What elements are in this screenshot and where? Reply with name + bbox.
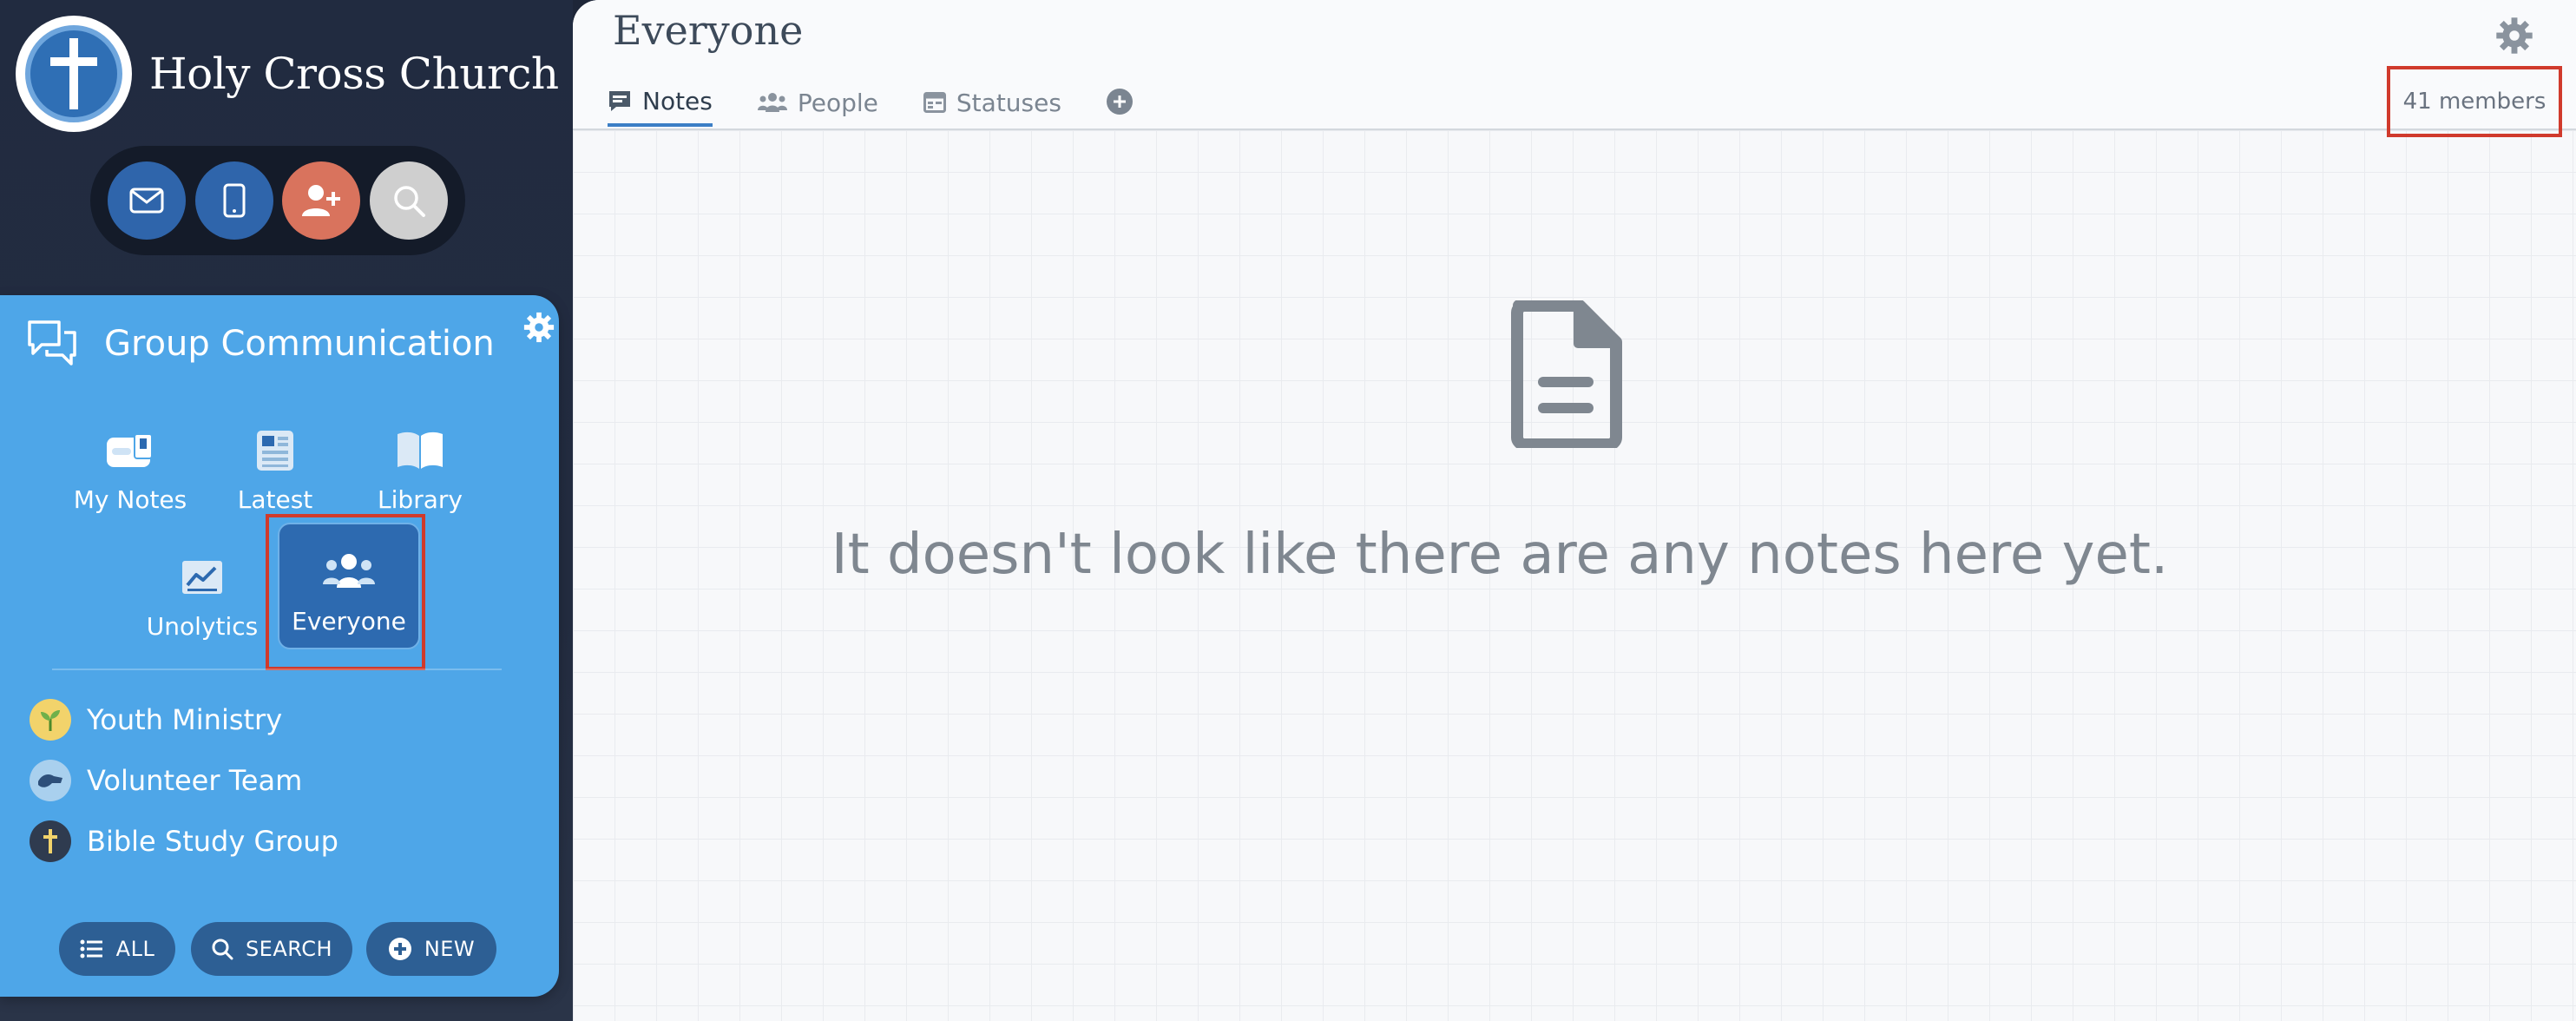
- org-header[interactable]: Holy Cross Church: [16, 16, 559, 132]
- sprout-icon: [30, 699, 71, 741]
- page-title: Everyone: [613, 7, 804, 54]
- note-bubble-icon: [609, 91, 630, 111]
- member-count: 41 members: [2402, 89, 2546, 115]
- empty-message: It doesn't look like there are any notes…: [831, 523, 2169, 587]
- tile-my-notes[interactable]: My Notes: [60, 399, 200, 526]
- tab-label: Notes: [642, 86, 713, 115]
- tile-label: Latest: [237, 485, 313, 514]
- tile-library[interactable]: Library: [350, 399, 490, 526]
- tab-notes[interactable]: Notes: [608, 78, 713, 127]
- mobile-phone-icon: [223, 183, 246, 218]
- notes-icon: [107, 433, 153, 467]
- new-label: NEW: [424, 937, 476, 961]
- group-label: Volunteer Team: [87, 764, 303, 797]
- church-cross-logo-icon: [16, 16, 132, 132]
- hand-icon: [30, 760, 71, 801]
- panel-settings-button[interactable]: [522, 311, 555, 347]
- group-label: Youth Ministry: [87, 703, 283, 736]
- group-communication-panel: Group Communication My Notes Latest Libr…: [0, 295, 559, 997]
- search-label: SEARCH: [245, 937, 333, 961]
- tab-label: Statuses: [956, 88, 1061, 117]
- group-item-youth-ministry[interactable]: Youth Ministry: [30, 696, 282, 743]
- plus-icon: [1113, 96, 1126, 108]
- chart-icon: [182, 561, 222, 594]
- gear-icon: [523, 312, 555, 343]
- search-button[interactable]: [369, 161, 448, 240]
- main-content: Everyone Notes People Statuses 41 member…: [573, 0, 2576, 1021]
- document-icon: [1510, 300, 1623, 451]
- tile-everyone[interactable]: Everyone: [278, 523, 420, 649]
- divider: [52, 669, 502, 670]
- phone-button[interactable]: [194, 161, 273, 240]
- magnifier-icon: [393, 186, 425, 217]
- tile-label: My Notes: [73, 485, 187, 514]
- tab-people[interactable]: People: [757, 78, 878, 127]
- newspaper-icon: [257, 431, 293, 471]
- tile-label: Unolytics: [146, 612, 259, 641]
- all-groups-button[interactable]: ALL: [59, 922, 175, 976]
- member-count-highlight[interactable]: 41 members: [2387, 66, 2562, 137]
- cross-icon: [30, 820, 71, 862]
- chat-bubbles-icon: [28, 320, 76, 366]
- all-label: ALL: [115, 937, 155, 961]
- add-tab-button[interactable]: [1106, 89, 1133, 115]
- list-icon: [80, 939, 102, 958]
- people-icon: [757, 93, 787, 112]
- table-icon: [923, 92, 946, 113]
- tab-label: People: [797, 88, 878, 117]
- tab-bar: Notes People Statuses: [608, 78, 1133, 130]
- group-item-volunteer-team[interactable]: Volunteer Team: [30, 757, 302, 804]
- sidebar: Holy Cross Church Group Communication My…: [0, 0, 573, 1021]
- group-item-bible-study-group[interactable]: Bible Study Group: [30, 818, 338, 865]
- email-button[interactable]: [108, 161, 187, 240]
- tile-label: Library: [378, 485, 463, 514]
- tab-statuses[interactable]: Statuses: [923, 78, 1061, 127]
- tile-label: Everyone: [292, 607, 406, 636]
- org-name: Holy Cross Church: [149, 49, 559, 99]
- panel-header: Group Communication: [26, 311, 540, 377]
- add-user-icon: [302, 185, 341, 216]
- main-header: Everyone Notes People Statuses 41 member…: [573, 0, 2576, 137]
- book-icon: [398, 431, 443, 469]
- panel-title: Group Communication: [104, 324, 495, 364]
- tile-latest[interactable]: Latest: [205, 399, 345, 526]
- envelope-icon: [129, 188, 164, 214]
- search-groups-button[interactable]: SEARCH: [191, 922, 352, 976]
- new-group-button[interactable]: NEW: [366, 922, 496, 976]
- people-icon: [323, 554, 375, 588]
- search-icon: [212, 939, 233, 960]
- group-settings-button[interactable]: [2494, 16, 2534, 59]
- tile-unolytics[interactable]: Unolytics: [132, 526, 273, 653]
- quick-actions-bar: [90, 146, 465, 255]
- group-label: Bible Study Group: [87, 825, 338, 858]
- add-person-button[interactable]: [282, 161, 361, 240]
- gear-icon: [2496, 17, 2533, 54]
- plus-circle-icon: [388, 938, 411, 960]
